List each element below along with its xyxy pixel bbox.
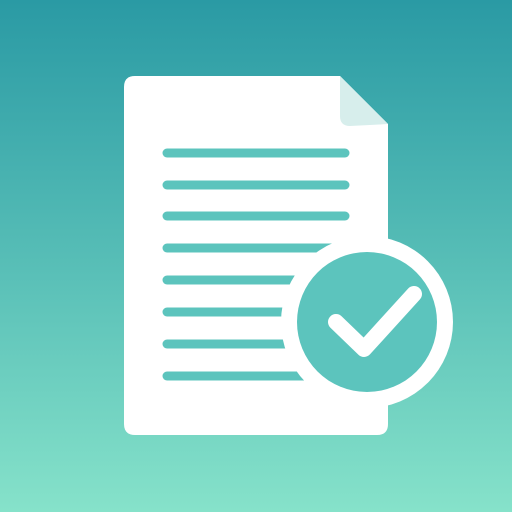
document-check-artwork (124, 76, 453, 435)
checkmark-badge-icon (281, 236, 453, 408)
badge-fill (297, 252, 437, 392)
document-folded-corner (340, 76, 388, 126)
app-icon (0, 0, 512, 512)
